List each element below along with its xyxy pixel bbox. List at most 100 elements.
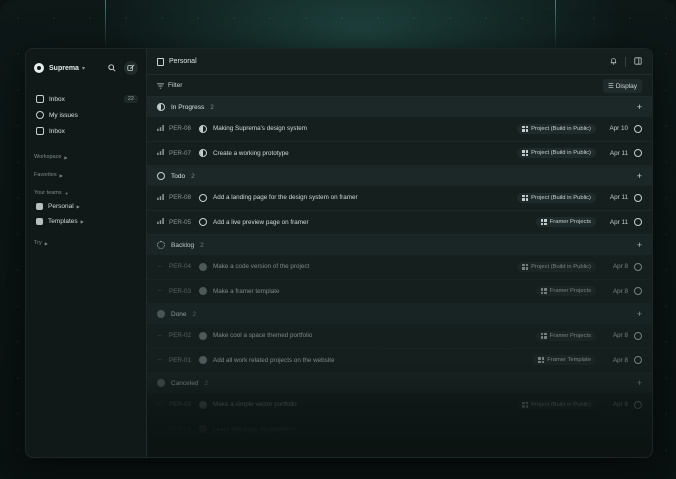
- assignee-avatar-icon[interactable]: [634, 356, 642, 365]
- add-issue-icon[interactable]: +: [637, 171, 642, 181]
- section-favorites[interactable]: Favorites ▶: [34, 169, 138, 181]
- workspace-name[interactable]: Suprema: [49, 65, 79, 72]
- assignee-avatar-icon[interactable]: [634, 331, 642, 340]
- assignee-avatar-icon[interactable]: [634, 287, 642, 296]
- project-grid-icon: [522, 401, 529, 408]
- status-icon[interactable]: [199, 149, 207, 158]
- priority-icon[interactable]: ···: [157, 288, 167, 294]
- status-icon[interactable]: [199, 218, 207, 227]
- issue-row[interactable]: PER-08 Add a landing page for the design …: [147, 186, 652, 211]
- project-tag-label: Framer Template: [547, 357, 591, 364]
- group-count: 2: [191, 172, 195, 180]
- project-tag[interactable]: Framer Template: [533, 355, 596, 366]
- add-issue-icon[interactable]: +: [637, 378, 642, 388]
- project-tag[interactable]: Framer Projects: [535, 217, 596, 228]
- group-title: Canceled: [171, 379, 199, 387]
- issue-id: PER-02: [169, 332, 192, 340]
- section-your-teams[interactable]: Your teams ▼: [34, 187, 138, 199]
- project-tag[interactable]: Project (Build in Public): [517, 148, 596, 159]
- status-icon[interactable]: [199, 400, 207, 409]
- sidebar-item-label: My issues: [49, 111, 78, 119]
- status-icon: [157, 310, 165, 318]
- group-header[interactable]: Todo 2 +: [147, 166, 652, 186]
- sidebar-item-inbox[interactable]: Inbox 22: [34, 91, 138, 107]
- assignee-avatar-icon[interactable]: [634, 149, 642, 158]
- priority-icon[interactable]: ···: [157, 333, 167, 339]
- assignee-avatar-icon[interactable]: [634, 193, 642, 202]
- project-tag[interactable]: Project (Build in Public): [517, 192, 596, 203]
- filter-label: Filter: [168, 82, 183, 89]
- issue-title: Make cool a space themed portfolio: [213, 332, 313, 340]
- status-icon[interactable]: [199, 193, 207, 202]
- status-icon[interactable]: [199, 287, 207, 296]
- section-try[interactable]: Try ▶: [34, 237, 138, 249]
- add-issue-icon[interactable]: +: [637, 309, 642, 319]
- group-header[interactable]: Canceled 2 +: [147, 373, 652, 393]
- group-header[interactable]: Done 2 +: [147, 304, 652, 324]
- search-icon[interactable]: [106, 62, 118, 74]
- project-tag-label: Project (Build in Public): [531, 125, 591, 132]
- issue-row[interactable]: ··· PER-01 Learn Webpage development: [147, 418, 652, 443]
- team-label: Personal: [48, 203, 74, 210]
- section-workspace[interactable]: Workspace ▶: [34, 151, 138, 163]
- status-icon[interactable]: [199, 331, 207, 340]
- priority-icon[interactable]: ···: [157, 264, 167, 270]
- sidebar-item-my-issues[interactable]: My issues: [34, 107, 138, 123]
- issue-row[interactable]: ··· PER-03 Make a framer template Framer Pr…: [147, 280, 652, 305]
- page-title: Personal: [169, 58, 197, 65]
- sidebar-item-label: Inbox: [49, 95, 65, 103]
- priority-icon[interactable]: ···: [157, 402, 167, 408]
- sidebar-item-label: Inbox: [49, 127, 65, 135]
- chevron-right-icon: ▶: [59, 172, 63, 178]
- add-issue-icon[interactable]: +: [637, 240, 642, 250]
- issue-title: Make a simple vector portfolio: [213, 401, 297, 409]
- assignee-avatar-icon[interactable]: [634, 262, 642, 271]
- issue-id: PER-01: [169, 356, 192, 364]
- filter-button[interactable]: Filter: [157, 82, 182, 89]
- chevron-down-icon[interactable]: ▾: [82, 65, 85, 72]
- issue-row[interactable]: ··· PER-02 Make a simple vector portfolio P…: [147, 393, 652, 418]
- panel-icon[interactable]: [634, 56, 642, 67]
- priority-icon[interactable]: ···: [157, 357, 167, 363]
- sidebar-item-templates[interactable]: Templates ▶: [34, 214, 138, 229]
- priority-icon[interactable]: [157, 124, 167, 133]
- sidebar-item-inbox-2[interactable]: Inbox: [34, 123, 138, 139]
- priority-icon[interactable]: [157, 149, 167, 157]
- add-issue-icon[interactable]: +: [637, 102, 642, 112]
- assignee-avatar-icon[interactable]: [634, 400, 642, 409]
- group-count: 2: [210, 103, 214, 111]
- project-tag[interactable]: Framer Projects: [535, 286, 596, 297]
- bell-icon[interactable]: [610, 57, 617, 67]
- status-icon[interactable]: [199, 262, 207, 271]
- due-date: Apr 11: [609, 194, 628, 202]
- project-tag[interactable]: Framer Projects: [535, 330, 596, 341]
- issue-row[interactable]: ··· PER-01 Add all work related projects o…: [147, 349, 652, 374]
- group-header[interactable]: In Progress 2 +: [147, 97, 652, 117]
- sidebar-item-personal[interactable]: Personal ▶: [34, 199, 138, 214]
- project-tag[interactable]: Project (Build in Public): [517, 261, 596, 272]
- project-tag[interactable]: Project (Build in Public): [517, 399, 596, 410]
- issue-row[interactable]: PER-07 Create a working prototype Project …: [147, 142, 652, 166]
- assignee-avatar-icon[interactable]: [634, 124, 642, 133]
- chevron-right-icon: ▶: [80, 219, 84, 224]
- compose-icon[interactable]: [124, 61, 138, 75]
- priority-icon[interactable]: [157, 218, 167, 226]
- issue-row[interactable]: PER-05 Add a live preview page on framer F…: [147, 211, 652, 235]
- assignee-avatar-icon[interactable]: [634, 218, 642, 227]
- issue-row[interactable]: ··· PER-02 Make cool a space themed portfo…: [147, 324, 652, 349]
- group-title: In Progress: [171, 103, 205, 111]
- group-count: 2: [200, 241, 204, 249]
- priority-icon[interactable]: [157, 193, 167, 202]
- issue-row[interactable]: PER-08 Making Suprema's design system Proj…: [147, 117, 652, 142]
- group-count: 2: [204, 379, 209, 387]
- status-icon[interactable]: [199, 425, 207, 434]
- status-icon[interactable]: [199, 356, 207, 365]
- project-grid-icon: [540, 219, 547, 226]
- status-icon[interactable]: [199, 124, 207, 133]
- group-header[interactable]: Backlog 2 +: [147, 235, 652, 255]
- project-tag[interactable]: Project (Build in Public): [517, 123, 596, 134]
- project-grid-icon: [522, 150, 529, 157]
- display-button[interactable]: ☰ Display: [603, 78, 642, 93]
- priority-icon[interactable]: ···: [157, 426, 167, 432]
- issue-row[interactable]: ··· PER-04 Make a code version of the proj…: [147, 255, 652, 280]
